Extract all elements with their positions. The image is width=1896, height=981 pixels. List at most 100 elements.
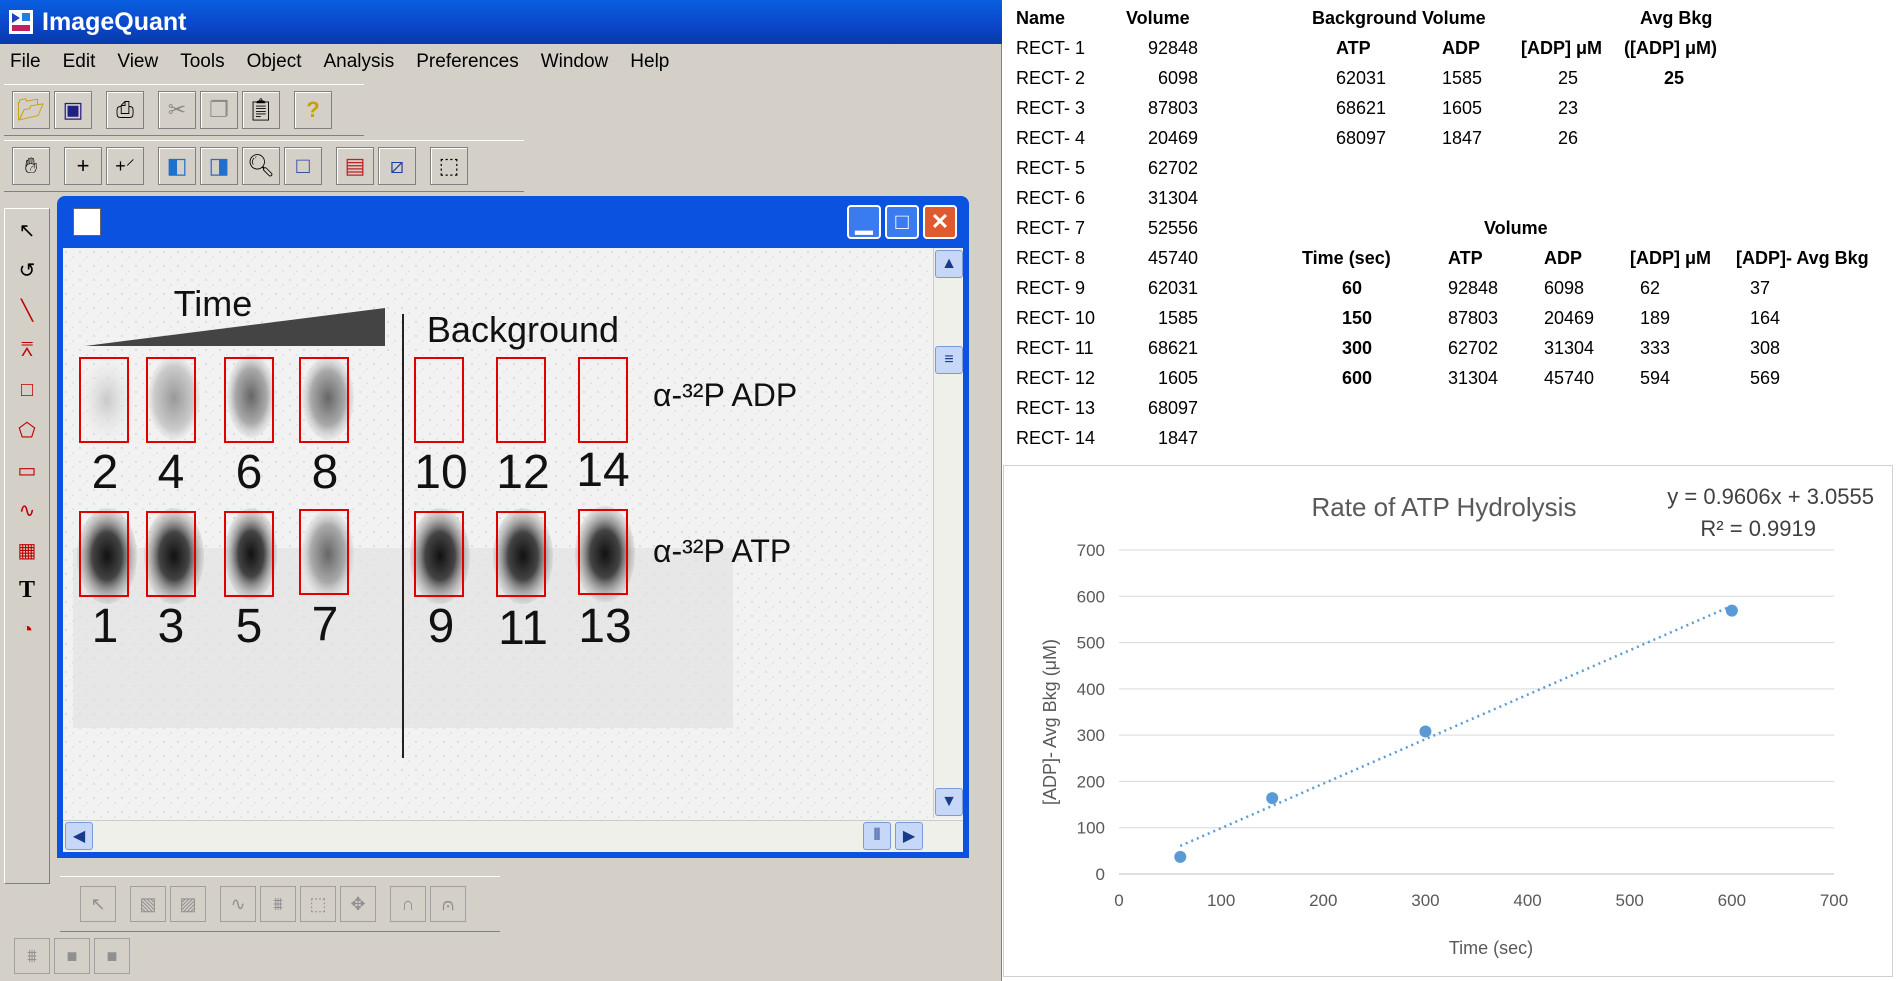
vol-header-adp: ADP <box>1544 248 1583 268</box>
scroll-down-button[interactable]: ▼ <box>935 788 963 816</box>
cut-button[interactable]: ✂ <box>158 91 196 129</box>
menu-preferences[interactable]: Preferences <box>416 51 518 73</box>
imagequant-window: ImageQuant File Edit View Tools Object A… <box>0 0 1002 981</box>
freehand-tool[interactable]: ∿ <box>9 492 45 528</box>
avg-bkg-title: Avg Bkg <box>1640 8 1713 28</box>
data-point <box>1725 604 1738 617</box>
select-object-button[interactable]: ◧ <box>158 147 196 185</box>
bkg-header-adp-um: [ADP] μM <box>1521 38 1602 58</box>
stack-front-button[interactable]: ▨ <box>170 886 206 922</box>
table-row-name: RECT- 3 <box>1016 98 1086 118</box>
scroll-left-button[interactable]: ◀ <box>65 822 93 850</box>
bkg-cell: 62031 <box>1336 68 1387 88</box>
dotted-rect-icon: ⬚ <box>438 153 460 178</box>
center-button[interactable]: ✥ <box>340 886 376 922</box>
lasso-tool[interactable]: ↺ <box>9 252 45 288</box>
folder-b-button[interactable]: ■ <box>94 938 130 974</box>
analysis-pointer-button[interactable]: ↖ <box>80 886 116 922</box>
scroll-thumb[interactable]: ≡ <box>935 346 963 374</box>
add-multi-point-button[interactable]: +⸍ <box>106 147 144 185</box>
magnifier-icon: 🔍︎ <box>247 153 275 178</box>
contrast-button[interactable]: ▤ <box>336 147 374 185</box>
scissors-icon: ✂ <box>167 97 187 122</box>
background-label: Background <box>427 309 619 350</box>
scroll-up-button[interactable]: ▲ <box>935 250 963 278</box>
copy-button[interactable]: ❐ <box>200 91 238 129</box>
profile-button[interactable]: ∿ <box>220 886 256 922</box>
measure-tool[interactable]: ◔ <box>9 612 45 648</box>
table-row-name: RECT- 5 <box>1016 158 1086 178</box>
horizontal-scrollbar[interactable]: ◀ ⦀ ▶ <box>63 820 963 852</box>
bkg-cell: 68097 <box>1336 128 1387 148</box>
trendline-equation: y = 0.9606x + 3.0555 <box>1667 484 1874 509</box>
folder-icon: ■ <box>66 945 78 966</box>
lane-number: 14 <box>576 444 629 497</box>
chevron-left-icon: ◀ <box>72 828 86 845</box>
vertical-scrollbar[interactable]: ▲ ≡ ▼ <box>933 248 963 818</box>
hscroll-thumb[interactable]: ⦀ <box>863 822 891 850</box>
x-tick-label: 700 <box>1820 891 1848 910</box>
menu-analysis[interactable]: Analysis <box>324 51 395 73</box>
stack-back-button[interactable]: ▧ <box>130 886 166 922</box>
chevron-right-icon: ▶ <box>902 828 916 845</box>
pan-button[interactable]: ✋︎ <box>12 147 50 185</box>
table-row-volume: 62702 <box>1147 158 1198 178</box>
copy-icon: ❐ <box>209 97 229 122</box>
paste-button[interactable]: 📋︎ <box>242 91 280 129</box>
save-button[interactable]: ▣ <box>54 91 92 129</box>
peak-edit-button[interactable]: ⩀ <box>430 886 466 922</box>
folder-a-button[interactable]: ■ <box>54 938 90 974</box>
hand-icon: ✋︎ <box>24 153 38 178</box>
graph-icon: ⩩ <box>27 945 37 966</box>
vol-cell: 37 <box>1750 278 1771 298</box>
bkg-cell: 26 <box>1558 128 1579 148</box>
vol-cell: 45740 <box>1544 368 1595 388</box>
printer-icon: ⎙ <box>116 97 134 122</box>
close-button[interactable]: ✕ <box>923 205 957 239</box>
menu-edit[interactable]: Edit <box>63 51 96 73</box>
app-logo-icon <box>9 10 33 34</box>
gel-image: Time Background α-³²P ADP α-³²P ATP 2 4 … <box>63 248 933 820</box>
trendline <box>1179 604 1733 848</box>
zoom-button[interactable]: 🔍︎ <box>242 147 280 185</box>
print-button[interactable]: ⎙ <box>106 91 144 129</box>
peak-button[interactable]: ∩ <box>390 886 426 922</box>
menu-tools[interactable]: Tools <box>180 51 224 73</box>
pointer-tool[interactable]: ↖ <box>9 212 45 248</box>
menu-file[interactable]: File <box>10 51 41 73</box>
graph-view-button[interactable]: ⩩ <box>14 938 50 974</box>
menu-window[interactable]: Window <box>541 51 609 73</box>
scroll-right-button[interactable]: ▶ <box>895 822 923 850</box>
table-row-volume: 45740 <box>1147 248 1198 268</box>
polyline-tool[interactable]: ⩞ <box>9 332 45 368</box>
histogram-button[interactable]: ⩩ <box>260 886 296 922</box>
help-button[interactable]: ? <box>294 91 332 129</box>
grid-tool[interactable]: ▦ <box>9 532 45 568</box>
rectangle-tool[interactable]: □ <box>9 372 45 408</box>
curve-button[interactable]: ⧄ <box>378 147 416 185</box>
menu-help[interactable]: Help <box>630 51 669 73</box>
group-objects-icon: ◨ <box>208 153 230 178</box>
line-tool[interactable]: ╲ <box>9 292 45 328</box>
lane-number: 9 <box>428 600 455 653</box>
table-row-name: RECT- 14 <box>1016 428 1096 448</box>
data-point <box>1266 792 1279 805</box>
marquee-button[interactable]: ⬚ <box>430 147 468 185</box>
vol-cell: 31304 <box>1544 338 1595 358</box>
text-tool[interactable]: T <box>9 572 45 608</box>
menu-view[interactable]: View <box>117 51 158 73</box>
table-row-name: RECT- 9 <box>1016 278 1086 298</box>
add-point-button[interactable]: + <box>64 147 102 185</box>
ellipse-tool[interactable]: ▭ <box>9 452 45 488</box>
select-group-button[interactable]: ◨ <box>200 147 238 185</box>
frame-button[interactable]: □ <box>284 147 322 185</box>
expand-button[interactable]: ⬚ <box>300 886 336 922</box>
y-axis-label: [ADP]- Avg Bkg (μM) <box>1040 639 1060 805</box>
menu-object[interactable]: Object <box>247 51 302 73</box>
open-button[interactable]: 📂︎ <box>12 91 50 129</box>
maximize-button[interactable]: □ <box>885 205 919 239</box>
polygon-tool[interactable]: ⬠ <box>9 412 45 448</box>
x-tick-label: 500 <box>1616 891 1644 910</box>
gel-image-view[interactable]: Time Background α-³²P ADP α-³²P ATP 2 4 … <box>63 248 963 852</box>
minimize-button[interactable]: ▁ <box>847 205 881 239</box>
